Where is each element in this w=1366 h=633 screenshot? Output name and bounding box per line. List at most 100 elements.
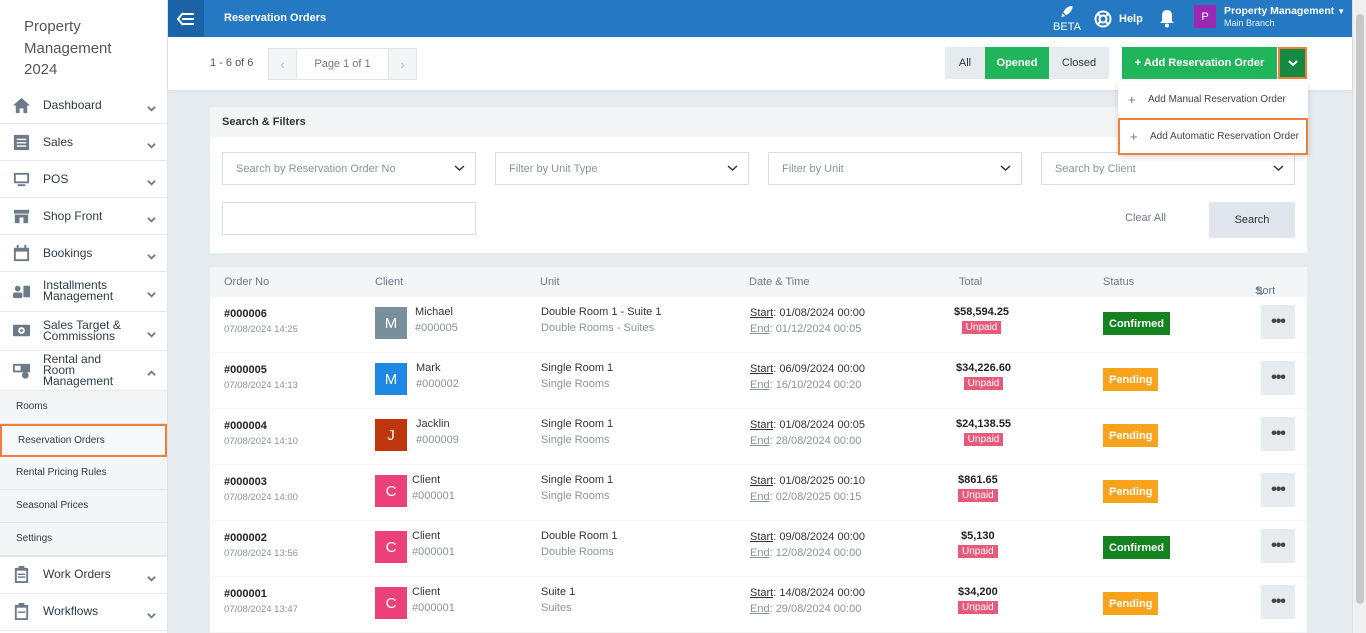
start-label: Start [750, 587, 774, 599]
installments-icon [11, 281, 31, 301]
unit-type-select[interactable]: Filter by Unit Type [495, 152, 749, 185]
add-options-dropdown-button[interactable] [1278, 47, 1307, 79]
sidebar-item-pos[interactable]: POS [0, 161, 167, 198]
sidebar-item-shop-front[interactable]: Shop Front [0, 198, 167, 235]
order-number[interactable]: #000004 [224, 420, 298, 432]
chevron-down-icon [1287, 60, 1298, 67]
start-label: Start [750, 307, 774, 319]
user-menu[interactable]: P Property Management ▼ Main Branch [1194, 5, 1345, 28]
sidebar-item-sales-target-commissions[interactable]: Sales Target & Commissions [0, 312, 167, 351]
submenu-item-reservation-orders[interactable]: Reservation Orders [0, 423, 167, 457]
row-actions-button[interactable]: ••• [1261, 529, 1295, 563]
order-number[interactable]: #000006 [224, 308, 298, 320]
beta-button[interactable]: BETA [1052, 5, 1082, 33]
notifications-button[interactable] [1158, 9, 1176, 33]
order-number[interactable]: #000002 [224, 532, 298, 544]
submenu-item-seasonal-prices[interactable]: Seasonal Prices [0, 490, 167, 523]
table-row[interactable]: #000003 07/08/2024 14:00 C Client #00000… [210, 465, 1307, 521]
end-date: End: 12/08/2024 00:00 [750, 545, 865, 561]
sidebar-item-dashboard[interactable]: Dashboard [0, 87, 167, 124]
client-name[interactable]: Client [412, 474, 455, 486]
unit-cell: Double Room 1 - Suite 1 Double Rooms - S… [541, 306, 661, 334]
date-cell: Start: 06/09/2024 00:00 End: 16/10/2024 … [750, 361, 865, 393]
table-row[interactable]: #000001 07/08/2024 13:47 C Client #00000… [210, 577, 1307, 633]
submenu-item-settings[interactable]: Settings [0, 523, 167, 556]
prev-page-button[interactable]: ‹ [269, 49, 296, 79]
unit-select[interactable]: Filter by Unit [768, 152, 1022, 185]
row-actions-button[interactable]: ••• [1261, 473, 1295, 507]
table-row[interactable]: #000006 07/08/2024 14:25 M Michael #0000… [210, 297, 1307, 353]
chevron-right-icon: › [400, 56, 405, 72]
scrollbar-thumb[interactable] [1356, 14, 1364, 604]
row-actions-button[interactable]: ••• [1261, 585, 1295, 619]
page-indicator[interactable]: Page 1 of 1 [296, 49, 389, 79]
start-value: : 01/08/2025 00:10 [773, 475, 865, 487]
table-row[interactable]: #000005 07/08/2024 14:13 M Mark #000002 … [210, 353, 1307, 409]
client-cell: Client #000001 [412, 474, 455, 502]
payment-status-badge: Unpaid [958, 601, 998, 614]
client-cell: Client #000001 [412, 586, 455, 614]
select-placeholder: Search by Reservation Order No [236, 162, 396, 175]
table-row[interactable]: #000004 07/08/2024 14:10 J Jacklin #0000… [210, 409, 1307, 465]
client-name[interactable]: Mark [416, 362, 459, 374]
pagination: ‹ Page 1 of 1 › [268, 48, 417, 80]
sidebar-item-label: Sales [43, 134, 74, 149]
filter-closed-button[interactable]: Closed [1049, 47, 1109, 79]
start-value: : 01/08/2024 00:00 [773, 307, 865, 319]
client-name[interactable]: Client [412, 530, 455, 542]
end-value: : 16/10/2024 00:20 [769, 379, 862, 391]
date-cell: Start: 01/08/2025 00:10 End: 02/08/2025 … [750, 473, 865, 505]
sidebar-item-rental-and-room-management[interactable]: Rental and Room Management [0, 351, 167, 391]
order-no-select[interactable]: Search by Reservation Order No [222, 152, 476, 185]
order-number[interactable]: #000001 [224, 588, 298, 600]
chevron-down-icon [1273, 165, 1284, 172]
table-row[interactable]: #000002 07/08/2024 13:56 C Client #00000… [210, 521, 1307, 577]
order-number[interactable]: #000003 [224, 476, 298, 488]
sidebar-item-sales[interactable]: Sales [0, 124, 167, 161]
row-actions-button[interactable]: ••• [1261, 361, 1295, 395]
date-filter-input[interactable] [222, 202, 476, 235]
page-scrollbar[interactable] [1352, 0, 1366, 633]
collapse-menu-button[interactable] [168, 0, 204, 37]
sidebar-item-bookings[interactable]: Bookings [0, 235, 167, 272]
user-branch: Main Branch [1224, 18, 1275, 28]
start-label: Start [750, 363, 774, 375]
search-button[interactable]: Search [1209, 202, 1295, 238]
help-lifebuoy-icon [1094, 10, 1112, 28]
sidebar-item-installments-management[interactable]: Installments Management [0, 272, 167, 312]
order-created-date: 07/08/2024 14:25 [224, 324, 298, 335]
total-cell: $24,138.55 Unpaid [956, 418, 1011, 446]
sidebar-item-work-orders[interactable]: Work Orders [0, 557, 167, 594]
payment-status-badge: Unpaid [958, 489, 998, 502]
client-name[interactable]: Michael [415, 306, 458, 318]
select-placeholder: Filter by Unit [782, 162, 844, 175]
more-dots-icon: ••• [1271, 313, 1286, 330]
client-name[interactable]: Jacklin [416, 418, 459, 430]
filter-all-button[interactable]: All [945, 47, 985, 79]
help-label: Help [1119, 13, 1143, 25]
sidebar-item-label: Dashboard [43, 97, 102, 112]
filter-opened-button[interactable]: Opened [985, 47, 1049, 79]
add-automatic-order-item[interactable]: + Add Automatic Reservation Order [1118, 118, 1308, 155]
unit-cell: Double Room 1 Double Rooms [541, 530, 617, 558]
client-cell: Mark #000002 [416, 362, 459, 390]
date-cell: Start: 01/08/2024 00:05 End: 28/08/2024 … [750, 417, 865, 449]
help-button[interactable]: Help [1094, 10, 1143, 28]
start-label: Start [750, 475, 774, 487]
add-reservation-order-button[interactable]: + Add Reservation Order [1122, 47, 1277, 79]
add-manual-order-item[interactable]: + Add Manual Reservation Order [1118, 82, 1308, 116]
client-select[interactable]: Search by Client [1041, 152, 1295, 185]
clear-all-button[interactable]: Clear All [1125, 212, 1166, 224]
row-actions-button[interactable]: ••• [1261, 417, 1295, 451]
row-actions-button[interactable]: ••• [1261, 305, 1295, 339]
client-number: #000001 [412, 546, 455, 558]
chevron-down-icon [147, 286, 156, 298]
sidebar-item-workflows[interactable]: Workflows [0, 594, 167, 631]
next-page-button[interactable]: › [389, 49, 416, 79]
client-number: #000009 [416, 434, 459, 446]
submenu-item-rental-pricing-rules[interactable]: Rental Pricing Rules [0, 457, 167, 490]
plus-icon: + [1130, 129, 1138, 144]
order-number[interactable]: #000005 [224, 364, 298, 376]
client-name[interactable]: Client [412, 586, 455, 598]
submenu-item-rooms[interactable]: Rooms [0, 391, 167, 424]
